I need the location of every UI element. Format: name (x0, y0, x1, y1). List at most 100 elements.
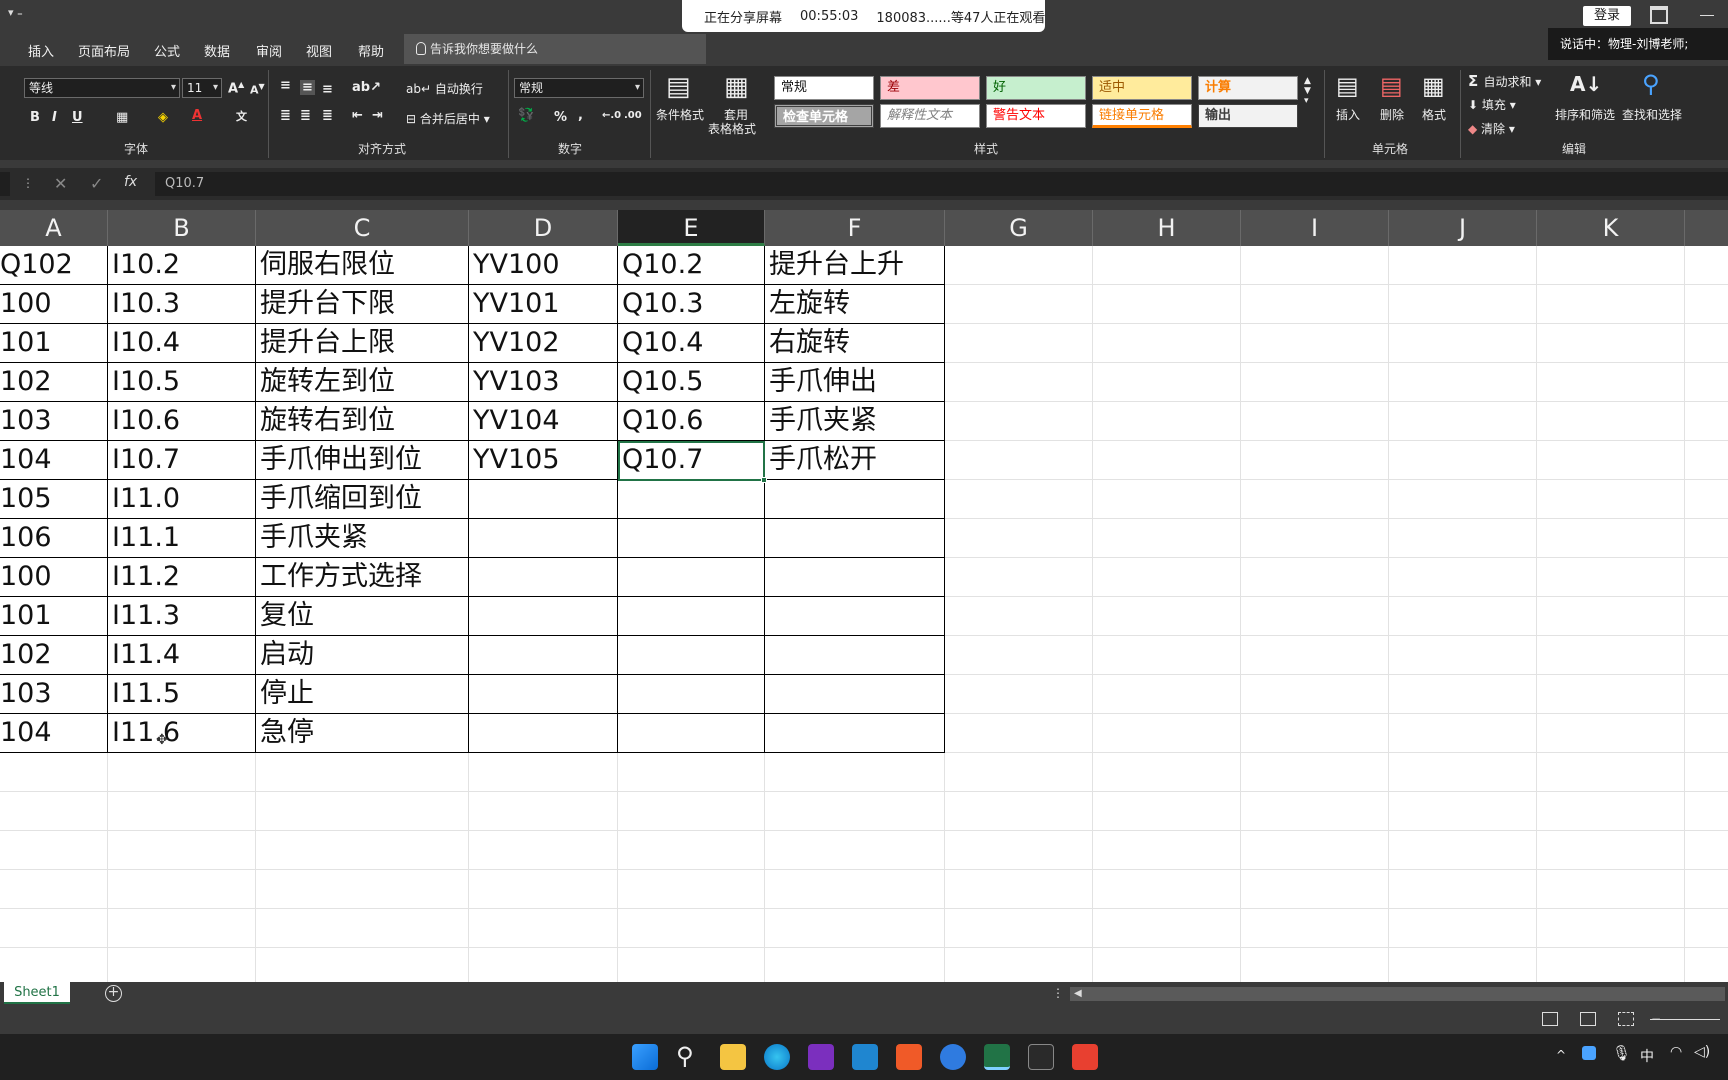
login-button[interactable]: 登录 (1583, 6, 1631, 26)
percent-button[interactable]: % (554, 110, 567, 125)
cell-a6[interactable]: 104 (0, 441, 108, 479)
tray-overflow-icon[interactable]: ^ (1556, 1048, 1566, 1062)
cell-b7[interactable]: I11.0 (108, 480, 256, 518)
volume-icon[interactable]: ◁) (1694, 1044, 1710, 1060)
cell-d11[interactable] (469, 636, 618, 674)
fill-handle[interactable] (761, 477, 767, 483)
cell-e7[interactable] (618, 480, 765, 518)
cell-a12[interactable]: 103 (0, 675, 108, 713)
app-red-icon[interactable] (896, 1044, 922, 1070)
cell-e13[interactable] (618, 714, 765, 752)
orientation-icon[interactable]: ab↗ (352, 80, 381, 95)
align-right-icon[interactable]: ≣ (322, 108, 333, 123)
cell-b5[interactable]: I10.6 (108, 402, 256, 440)
sheet-tab-sheet1[interactable]: Sheet1 (4, 982, 70, 1004)
formula-bar-grip-icon[interactable]: ⋮ (22, 176, 34, 190)
align-center-icon[interactable]: ≣ (300, 108, 311, 123)
number-format-select[interactable]: 常规 (514, 78, 644, 98)
column-header-g[interactable]: G (945, 210, 1093, 246)
active-cell-e7[interactable] (618, 441, 765, 481)
increase-decimal-icon[interactable]: ←.0 (602, 110, 621, 121)
underline-icon[interactable]: U (72, 110, 83, 125)
conditional-format-button[interactable]: 条件格式 (656, 106, 704, 123)
sort-filter-button[interactable]: 排序和筛选 (1555, 106, 1615, 123)
cell-d8[interactable] (469, 519, 618, 557)
cell-d5[interactable]: YV104 (469, 402, 618, 440)
cell-b4[interactable]: I10.5 (108, 363, 256, 401)
column-header-a[interactable]: A (0, 210, 108, 246)
tab-formulas[interactable]: 公式 (154, 41, 180, 60)
clear-button[interactable]: ◆ 清除 ▾ (1468, 120, 1515, 137)
cell-f12[interactable] (765, 675, 945, 713)
column-header-k[interactable]: K (1537, 210, 1685, 246)
cell-f1[interactable]: 提升台上升 (765, 246, 945, 284)
tray-app-icon[interactable] (1582, 1046, 1596, 1060)
cell-b13[interactable]: I11.6 (108, 714, 256, 752)
sort-filter-icon[interactable]: A↓ (1570, 72, 1602, 96)
style-neutral[interactable]: 适中 (1092, 76, 1192, 100)
currency-icon[interactable]: 💱 (518, 108, 534, 123)
column-header-more[interactable] (1685, 210, 1728, 246)
cell-d3[interactable]: YV102 (469, 324, 618, 362)
page-layout-view-icon[interactable] (1580, 1012, 1596, 1026)
conditional-format-icon[interactable]: ▤ (666, 72, 691, 102)
cell-c5[interactable]: 旋转右到位 (256, 402, 469, 440)
tia-portal-icon[interactable] (1028, 1044, 1054, 1070)
add-sheet-icon[interactable]: + (105, 985, 122, 1002)
tab-help[interactable]: 帮助 (358, 41, 384, 60)
column-header-i[interactable]: I (1241, 210, 1389, 246)
italic-icon[interactable]: I (52, 110, 57, 125)
font-size-select[interactable]: 11 (182, 78, 222, 98)
wifi-icon[interactable]: ◠ (1670, 1044, 1682, 1060)
cell-f5[interactable]: 手爪夹紧 (765, 402, 945, 440)
normal-view-icon[interactable] (1542, 1012, 1558, 1026)
cell-e3[interactable]: Q10.4 (618, 324, 765, 362)
font-name-select[interactable]: 等线 (24, 78, 180, 98)
cell-e8[interactable] (618, 519, 765, 557)
cell-a5[interactable]: 103 (0, 402, 108, 440)
cell-d13[interactable] (469, 714, 618, 752)
cell-a2[interactable]: 100 (0, 285, 108, 323)
column-header-d[interactable]: D (469, 210, 618, 246)
style-explanatory[interactable]: 解释性文本 (880, 104, 980, 128)
decrease-decimal-icon[interactable]: .00 (624, 110, 642, 121)
cell-b6[interactable]: I10.7 (108, 441, 256, 479)
fill-color-icon[interactable]: ◈ (158, 110, 168, 125)
indent-decrease-icon[interactable]: ⇤ (352, 108, 363, 123)
cell-a3[interactable]: 101 (0, 324, 108, 362)
cell-e5[interactable]: Q10.6 (618, 402, 765, 440)
input-method-icon[interactable]: 中 (1640, 1046, 1654, 1066)
cell-b11[interactable]: I11.4 (108, 636, 256, 674)
column-header-c[interactable]: C (256, 210, 469, 246)
align-middle-icon[interactable]: ≡ (300, 80, 315, 95)
tab-review[interactable]: 审阅 (256, 41, 282, 60)
cell-a1[interactable]: Q102 (0, 246, 108, 284)
cell-a8[interactable]: 106 (0, 519, 108, 557)
style-linked-cell[interactable]: 链接单元格 (1092, 104, 1192, 128)
phonetic-icon[interactable]: 文 (236, 108, 247, 124)
cell-c4[interactable]: 旋转左到位 (256, 363, 469, 401)
quick-access-more-icon[interactable]: ▾ ₌ (8, 6, 23, 19)
column-header-b[interactable]: B (108, 210, 256, 246)
tab-data[interactable]: 数据 (204, 41, 230, 60)
cell-e9[interactable] (618, 558, 765, 596)
style-bad[interactable]: 差 (880, 76, 980, 100)
cell-f2[interactable]: 左旋转 (765, 285, 945, 323)
tab-insert[interactable]: 插入 (28, 41, 54, 60)
column-header-e[interactable]: E (618, 210, 765, 246)
cell-d10[interactable] (469, 597, 618, 635)
cell-c9[interactable]: 工作方式选择 (256, 558, 469, 596)
cell-f4[interactable]: 手爪伸出 (765, 363, 945, 401)
cell-c7[interactable]: 手爪缩回到位 (256, 480, 469, 518)
autosum-button[interactable]: Σ 自动求和 ▾ (1468, 72, 1541, 90)
align-bottom-icon[interactable]: ≡ (322, 82, 333, 97)
cell-b2[interactable]: I10.3 (108, 285, 256, 323)
cell-f6[interactable]: 手爪松开 (765, 441, 945, 479)
table-format-icon[interactable]: ▦ (724, 72, 749, 102)
indent-increase-icon[interactable]: ⇥ (372, 108, 383, 123)
align-top-icon[interactable]: ≡ (280, 78, 291, 93)
cell-f9[interactable] (765, 558, 945, 596)
cell-c8[interactable]: 手爪夹紧 (256, 519, 469, 557)
excel-icon[interactable] (984, 1044, 1010, 1070)
cell-c11[interactable]: 启动 (256, 636, 469, 674)
